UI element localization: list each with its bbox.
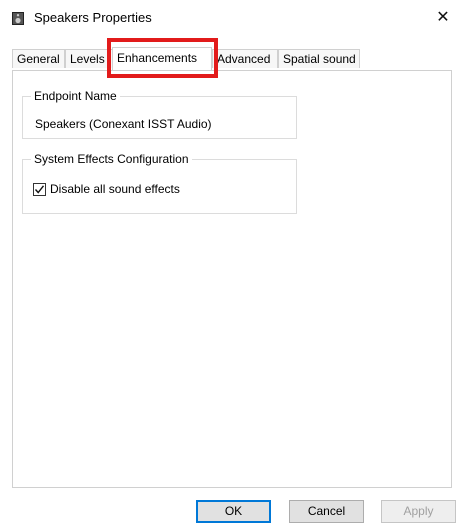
endpoint-name-value: Speakers (Conexant ISST Audio) xyxy=(35,117,212,131)
checkmark-icon xyxy=(34,184,45,194)
tab-levels[interactable]: Levels xyxy=(65,49,113,68)
tab-enhancements[interactable]: Enhancements xyxy=(112,47,212,70)
disable-effects-checkbox[interactable] xyxy=(33,182,46,196)
tab-panel-enhancements: Endpoint Name Speakers (Conexant ISST Au… xyxy=(12,70,452,488)
tab-spatial-sound[interactable]: Spatial sound xyxy=(278,49,360,68)
system-effects-label: System Effects Configuration xyxy=(31,152,192,166)
title-bar: Speakers Properties ✕ xyxy=(0,0,464,36)
close-icon: ✕ xyxy=(436,9,450,26)
apply-button[interactable]: Apply xyxy=(381,500,456,523)
cancel-button[interactable]: Cancel xyxy=(289,500,364,523)
ok-button[interactable]: OK xyxy=(196,500,271,523)
endpoint-name-group: Endpoint Name Speakers (Conexant ISST Au… xyxy=(22,89,297,139)
endpoint-name-label: Endpoint Name xyxy=(31,89,120,103)
speaker-icon xyxy=(12,12,24,25)
close-button[interactable]: ✕ xyxy=(422,0,464,36)
system-effects-group: System Effects Configuration Disable all… xyxy=(22,152,297,214)
window-title: Speakers Properties xyxy=(34,10,152,25)
disable-effects-option[interactable]: Disable all sound effects xyxy=(33,182,180,196)
disable-effects-label[interactable]: Disable all sound effects xyxy=(50,182,180,196)
tab-advanced[interactable]: Advanced xyxy=(212,49,278,68)
tab-general[interactable]: General xyxy=(12,49,65,68)
